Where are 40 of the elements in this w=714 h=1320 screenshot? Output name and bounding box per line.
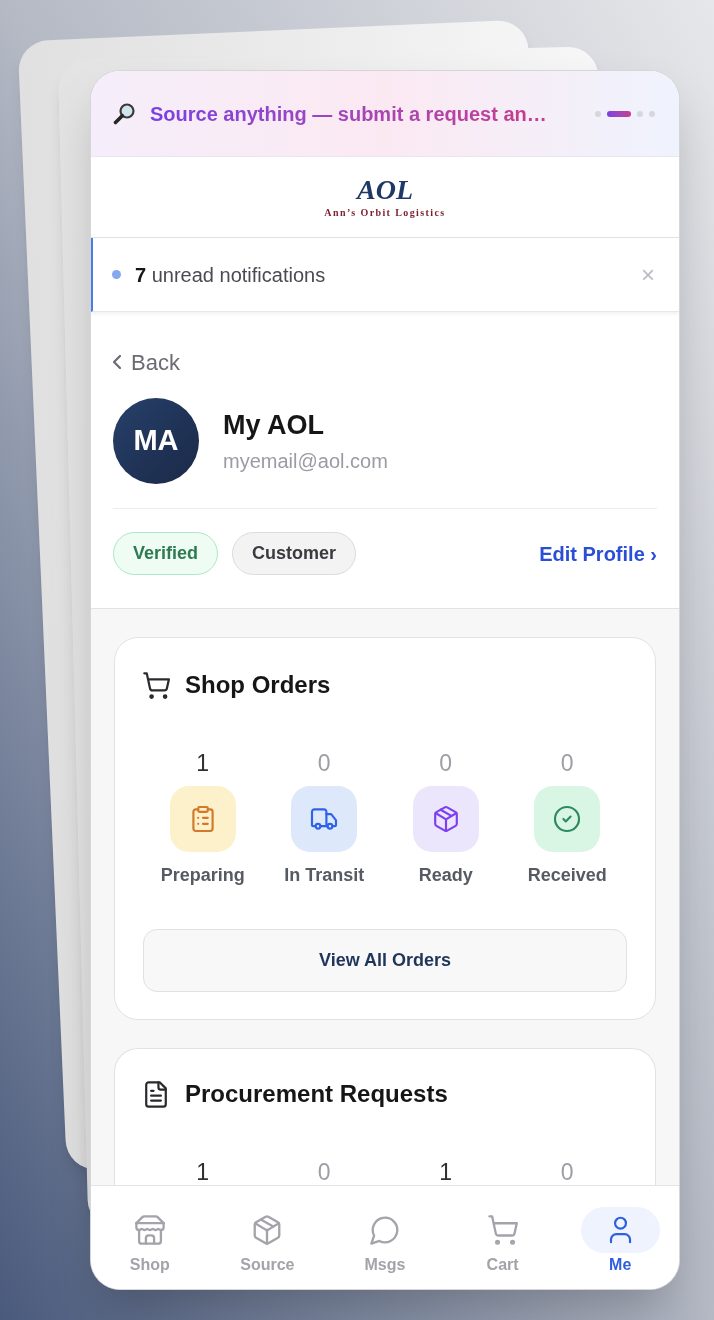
- document-icon: [145, 1080, 167, 1108]
- card-title: Shop Orders: [185, 670, 331, 700]
- nav-tab[interactable]: Cart: [443, 1207, 562, 1289]
- order-count: 1: [196, 749, 210, 777]
- back-button[interactable]: Back: [113, 348, 180, 376]
- order-count: 0: [439, 749, 453, 777]
- cart-icon: [487, 1215, 518, 1245]
- nav-tab[interactable]: Msgs: [326, 1207, 444, 1289]
- storefront-icon: [134, 1215, 165, 1245]
- search-icon: [112, 101, 136, 126]
- profile-name: My AOL: [223, 409, 325, 441]
- chat-bubble-icon: [370, 1215, 400, 1245]
- profile-email: myemail@aol.com: [223, 449, 388, 473]
- order-count: 0: [560, 749, 574, 777]
- status-label: Preparing: [160, 864, 245, 887]
- close-button[interactable]: ×: [641, 262, 655, 287]
- logo-wordmark: AOL: [357, 175, 413, 204]
- request-count: 1: [196, 1158, 210, 1185]
- notification-text: 7 unread notifications: [135, 262, 326, 288]
- logo-tagline: Ann’s Orbit Logistics: [324, 206, 446, 219]
- status-label: Ready: [418, 864, 473, 887]
- chevron-left-icon: [113, 355, 121, 369]
- status-label: Received: [527, 864, 607, 887]
- order-count: 0: [317, 749, 331, 777]
- nav-tab[interactable]: Me: [561, 1207, 679, 1289]
- avatar-initials: MA: [113, 398, 199, 484]
- profile-badge: Customer: [232, 532, 357, 575]
- view-all-orders-button[interactable]: View All Orders: [143, 929, 627, 992]
- box-icon: [252, 1215, 283, 1245]
- person-icon: [580, 1207, 660, 1253]
- cart-icon: [143, 671, 170, 699]
- nav-tab[interactable]: Shop: [91, 1207, 209, 1289]
- profile-badge: Verified: [113, 532, 219, 575]
- card-title: Procurement Requests: [185, 1079, 448, 1109]
- request-count: 1: [439, 1158, 453, 1185]
- request-count: 0: [560, 1158, 574, 1185]
- edit-profile-link[interactable]: Edit Profile ›: [539, 538, 657, 569]
- request-count: 0: [317, 1158, 331, 1185]
- status-label: In Transit: [284, 864, 365, 887]
- nav-tab[interactable]: Source: [208, 1207, 327, 1289]
